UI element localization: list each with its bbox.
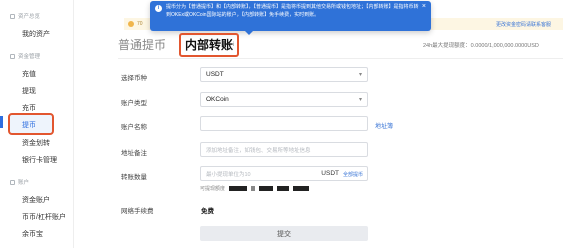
- address-note-placeholder: 添加地址备注，如钱包、交易所等地址信息: [206, 147, 311, 154]
- withdraw-all-link[interactable]: 全部提币: [343, 171, 363, 178]
- redacted-value: [293, 186, 310, 191]
- sidebar-item-savings[interactable]: 余币宝: [22, 229, 43, 239]
- tab-divider: [118, 58, 563, 59]
- info-icon: i: [155, 5, 162, 12]
- sidebar-item-deposit-fiat[interactable]: 充值: [22, 69, 36, 79]
- redacted-value: [259, 186, 274, 191]
- sidebar-item-bank-cards[interactable]: 银行卡管理: [22, 155, 57, 165]
- chevron-down-icon: ▾: [358, 72, 362, 78]
- sidebar-item-spot-margin-account[interactable]: 币币/杠杆账户: [22, 212, 66, 222]
- warning-icon: [128, 21, 134, 27]
- currency-value: USDT: [206, 71, 224, 78]
- amount-unit: USDT: [321, 170, 339, 177]
- sidebar-item-transfer[interactable]: 资金划转: [22, 138, 50, 148]
- network-fee-value: 免费: [201, 208, 214, 215]
- network-fee-label: 网络手续费: [121, 208, 154, 215]
- redacted-value: [277, 186, 290, 191]
- notice-text: 70: [137, 21, 143, 27]
- available-amount-row: 可提现额度: [200, 185, 310, 192]
- account-name-input[interactable]: [200, 116, 368, 131]
- address-book-link[interactable]: 地址簿: [375, 121, 393, 130]
- withdraw-limit-text: 24h最大提现额度：0.0000/1,000,000.0000USD: [423, 43, 539, 49]
- sidebar-group-accounts: 账户: [10, 178, 29, 186]
- support-link[interactable]: 更改资金密码请联系客服: [496, 21, 551, 28]
- sidebar-item-deposit-coin[interactable]: 充币: [22, 103, 36, 113]
- account-type-label: 账户类型: [121, 100, 147, 107]
- info-icon[interactable]: i: [233, 42, 234, 48]
- sidebar-group-funds: 资金管理: [10, 52, 40, 60]
- address-note-input[interactable]: 添加地址备注，如钱包、交易所等地址信息: [200, 142, 368, 157]
- tooltip-text: 提币分为【普通提币】和【内部转账】，【普通提币】是指将币提到其他交易所或钱包地址…: [166, 4, 419, 18]
- tab-normal-withdrawal[interactable]: 普通提币: [118, 36, 166, 53]
- currency-label: 选择币种: [121, 75, 147, 82]
- account-type-value: OKCoin: [206, 96, 229, 103]
- account-icon: [10, 179, 15, 185]
- amount-placeholder: 最小提现单位为10: [206, 171, 251, 178]
- amount-input[interactable]: 最小提现单位为10 USDT 全部提币: [200, 166, 368, 181]
- chevron-down-icon: ▾: [358, 97, 362, 103]
- available-label: 可提现额度: [200, 186, 226, 192]
- transfer-type-tooltip: i 提币分为【普通提币】和【内部转账】，【普通提币】是指将币提到其他交易所或钱包…: [150, 1, 431, 35]
- sidebar-item-withdraw-fiat[interactable]: 提现: [22, 86, 36, 96]
- sidebar-item-withdraw-coin[interactable]: 提币: [22, 120, 36, 130]
- sidebar-item-my-assets[interactable]: 我的资产: [22, 29, 50, 39]
- wallet-icon: [10, 13, 15, 19]
- tooltip-arrow: [245, 31, 253, 35]
- account-type-select[interactable]: OKCoin ▾: [200, 92, 368, 107]
- sidebar-group-overview: 资产总览: [10, 12, 40, 20]
- currency-select[interactable]: USDT ▾: [200, 67, 368, 82]
- redacted-value: [251, 186, 256, 191]
- funds-icon: [10, 53, 15, 59]
- address-note-label: 地址备注: [121, 150, 147, 157]
- sidebar: 资产总览 我的资产 资金管理 充值 提现 充币 提币 资金划转 银行卡管理 账户…: [0, 0, 74, 248]
- sidebar-active-indicator: [0, 116, 3, 128]
- amount-label: 转账数量: [121, 174, 147, 181]
- tab-internal-transfer[interactable]: 内部转账: [185, 36, 233, 53]
- close-icon[interactable]: ×: [422, 3, 426, 11]
- redacted-value: [229, 186, 248, 191]
- submit-button[interactable]: 提交: [200, 226, 368, 241]
- sidebar-item-funding-account[interactable]: 资金账户: [22, 195, 50, 205]
- account-name-label: 账户名称: [121, 124, 147, 131]
